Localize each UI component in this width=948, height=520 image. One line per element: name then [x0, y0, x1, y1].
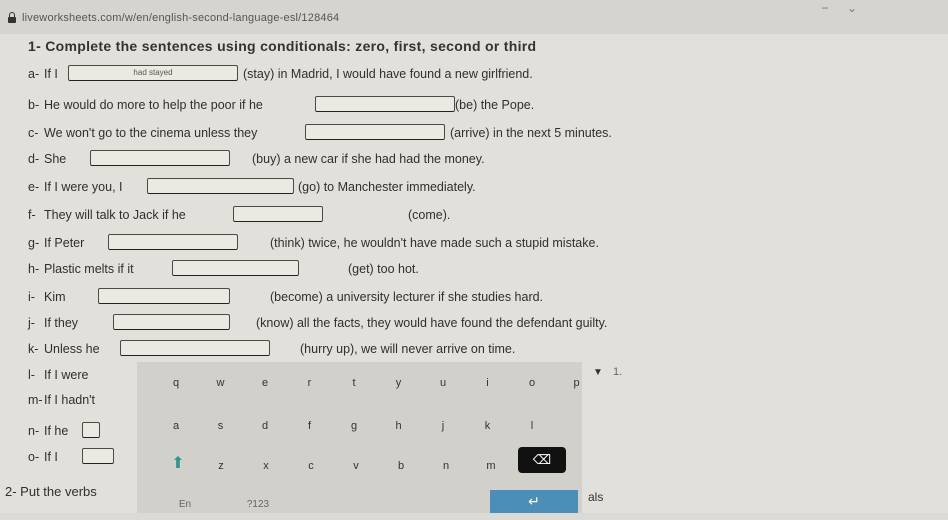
key-f[interactable]: f	[291, 410, 329, 442]
sentence-start: If he	[44, 424, 69, 438]
key-p[interactable]: p	[558, 367, 596, 399]
sentence-start: She	[44, 152, 67, 166]
numbers-key[interactable]: ?123	[228, 490, 288, 513]
key-j[interactable]: j	[424, 410, 462, 442]
address-bar[interactable]: liveworksheets.com/w/en/english-second-l…	[22, 12, 339, 24]
sentence-start: He would do more to help the poor if he	[44, 98, 263, 112]
lock-icon	[8, 12, 16, 23]
answer-field[interactable]	[108, 234, 238, 250]
key-q[interactable]: q	[157, 367, 195, 399]
backspace-key[interactable]: ⌫	[518, 447, 566, 473]
keyboard-dropdown-icon[interactable]: ▼	[593, 367, 603, 378]
sentence-prefix: c-	[28, 126, 39, 140]
sentence-end: (arrive) in the next 5 minutes.	[450, 126, 612, 140]
enter-arrow-icon: ↵	[528, 493, 540, 509]
sentence-prefix: k-	[28, 342, 39, 356]
key-c[interactable]: c	[292, 450, 330, 482]
sentence-prefix: f-	[28, 208, 36, 222]
sentence-end: (know) all the facts, they would have fo…	[256, 316, 608, 330]
sentence-prefix: l-	[28, 368, 35, 382]
sentence-start: If I	[44, 67, 58, 81]
key-s[interactable]: s	[202, 410, 240, 442]
minimize-icon[interactable]: −	[818, 2, 832, 14]
sentence-start: If I were	[44, 368, 89, 382]
answer-field[interactable]	[90, 150, 230, 166]
sentence-prefix: j-	[28, 316, 35, 330]
sentence-prefix: h-	[28, 262, 40, 276]
answer-field[interactable]	[315, 96, 455, 112]
side-hint: 1.	[613, 366, 623, 378]
language-key[interactable]: En	[160, 490, 210, 513]
key-u[interactable]: u	[424, 367, 462, 399]
key-r[interactable]: r	[291, 367, 329, 399]
key-b[interactable]: b	[382, 450, 420, 482]
answer-field[interactable]	[120, 340, 270, 356]
sentence-start: If I were you, I	[44, 180, 123, 194]
answer-field[interactable]	[305, 124, 445, 140]
answer-field[interactable]	[233, 206, 323, 222]
shift-arrow-icon[interactable]: ⬆	[159, 448, 197, 480]
key-x[interactable]: x	[247, 450, 285, 482]
key-v[interactable]: v	[337, 450, 375, 482]
sentence-end: (go) to Manchester immediately.	[298, 180, 476, 194]
sentence-prefix: m-	[28, 393, 43, 407]
sentence-end: (hurry up), we will never arrive on time…	[300, 342, 516, 356]
answer-field[interactable]	[82, 448, 114, 464]
sentence-end: (stay) in Madrid, I would have found a n…	[243, 67, 533, 81]
sentence-prefix: b-	[28, 98, 40, 112]
answer-field[interactable]	[113, 314, 230, 330]
sentence-prefix: n-	[28, 424, 40, 438]
sentence-start: Unless he	[44, 342, 100, 356]
exercise-heading: 1- Complete the sentences using conditio…	[28, 38, 537, 54]
section-2-tail: als	[588, 490, 604, 504]
answer-field[interactable]	[82, 422, 100, 438]
browser-bar: liveworksheets.com/w/en/english-second-l…	[0, 0, 948, 34]
sentence-prefix: i-	[28, 290, 35, 304]
enter-key[interactable]: ↵	[490, 490, 578, 513]
section-2-heading: 2- Put the verbs	[5, 484, 97, 499]
sentence-prefix: g-	[28, 236, 40, 250]
key-a[interactable]: a	[157, 410, 195, 442]
sentence-start: If I hadn't	[44, 393, 96, 407]
sentence-prefix: o-	[28, 450, 40, 464]
sentence-end: (be) the Pope.	[455, 98, 535, 112]
chevron-down-icon[interactable]: ⌄	[845, 2, 859, 14]
sentence-prefix: e-	[28, 180, 40, 194]
key-t[interactable]: t	[335, 367, 373, 399]
key-i[interactable]: i	[469, 367, 507, 399]
answer-field[interactable]	[98, 288, 230, 304]
backspace-icon: ⌫	[532, 452, 552, 467]
key-k[interactable]: k	[469, 410, 507, 442]
sentence-start: Kim	[44, 290, 66, 304]
answer-field[interactable]	[147, 178, 294, 194]
sentence-start: We won't go to the cinema unless they	[44, 126, 258, 140]
key-y[interactable]: y	[380, 367, 418, 399]
sentence-start: If they	[44, 316, 79, 330]
key-d[interactable]: d	[246, 410, 284, 442]
key-z[interactable]: z	[202, 450, 240, 482]
sentence-prefix: d-	[28, 152, 40, 166]
sentence-end: (become) a university lecturer if she st…	[270, 290, 544, 304]
key-h[interactable]: h	[380, 410, 418, 442]
sentence-end: (come).	[408, 208, 451, 222]
sentence-start: Plastic melts if it	[44, 262, 134, 276]
key-g[interactable]: g	[335, 410, 373, 442]
sentence-prefix: a-	[28, 67, 40, 81]
sentence-start: They will talk to Jack if he	[44, 208, 186, 222]
sentence-end: (buy) a new car if she had had the money…	[252, 152, 485, 166]
sentence-end: (get) too hot.	[348, 262, 419, 276]
key-n[interactable]: n	[427, 450, 465, 482]
key-m[interactable]: m	[472, 450, 510, 482]
key-e[interactable]: e	[246, 367, 284, 399]
answer-field[interactable]: had stayed	[68, 65, 238, 81]
sentence-start: If Peter	[44, 236, 85, 250]
key-w[interactable]: w	[202, 367, 240, 399]
sentence-start: If I	[44, 450, 58, 464]
answer-field[interactable]	[172, 260, 299, 276]
key-l[interactable]: l	[513, 410, 551, 442]
key-o[interactable]: o	[513, 367, 551, 399]
sentence-end: (think) twice, he wouldn't have made suc…	[270, 236, 599, 250]
